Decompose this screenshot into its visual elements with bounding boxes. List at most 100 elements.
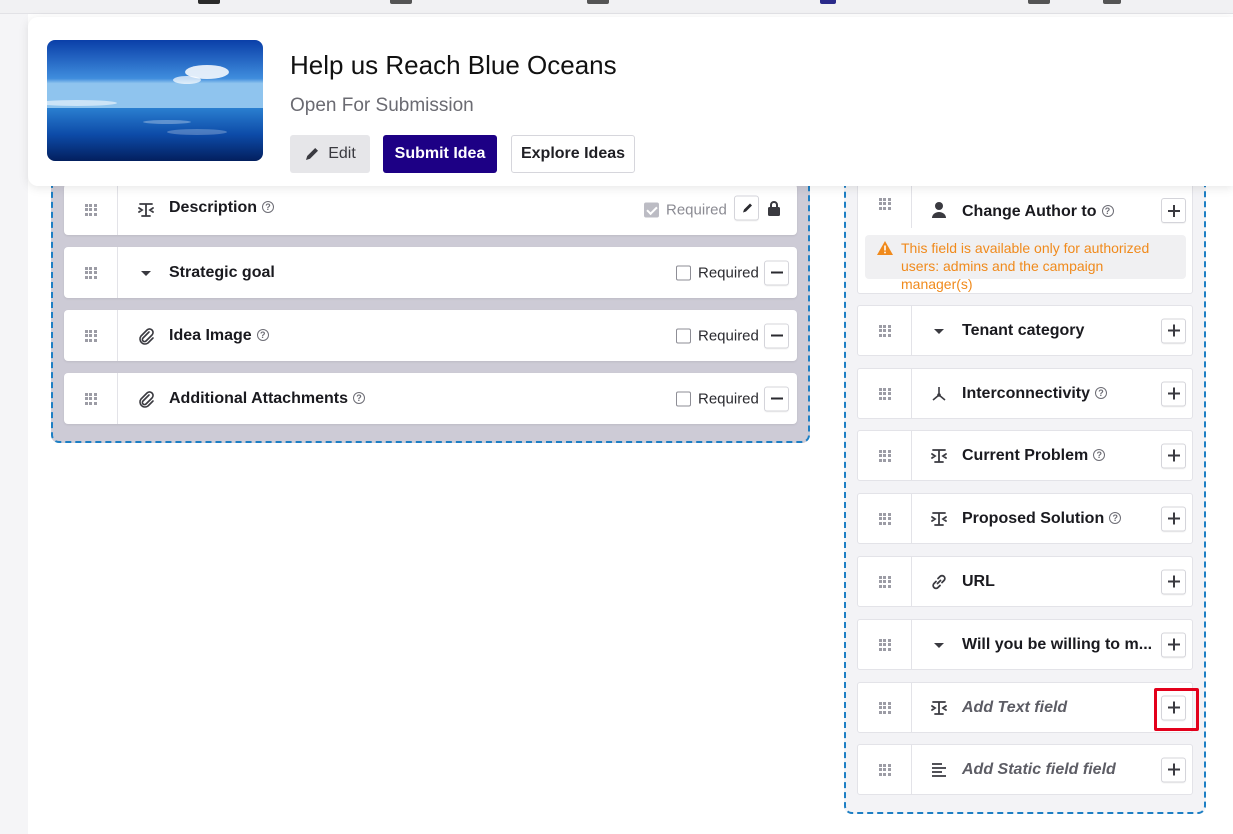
plus-icon (1167, 324, 1180, 337)
required-label: Required (698, 390, 759, 407)
add-field-button[interactable] (1161, 569, 1186, 594)
drag-handle[interactable] (858, 179, 912, 228)
field-label: Change Author to? (962, 203, 1114, 221)
field-label: URL (962, 572, 995, 590)
drag-handle-icon (878, 449, 891, 462)
palette-item-proposed-solution[interactable]: Proposed Solution? (857, 493, 1193, 544)
edit-field-button[interactable] (734, 195, 759, 221)
drag-handle-icon (84, 203, 97, 216)
plus-icon (1167, 512, 1180, 525)
drag-handle[interactable] (858, 745, 912, 794)
field-label: Will you be willing to m... (962, 635, 1153, 653)
add-field-button[interactable] (1161, 198, 1186, 223)
remove-field-button[interactable] (764, 260, 789, 285)
paragraph-icon (929, 760, 949, 780)
drag-handle[interactable] (64, 184, 118, 235)
field-label: Strategic goal (169, 263, 275, 281)
palette-item-change-author[interactable]: Change Author to? This field is availabl… (857, 178, 1193, 294)
drag-handle[interactable] (858, 431, 912, 480)
form-field-additional-attachments[interactable]: Additional Attachments? Required (64, 373, 797, 424)
drag-handle[interactable] (64, 373, 118, 424)
drag-handle[interactable] (858, 306, 912, 355)
drag-handle[interactable] (858, 557, 912, 606)
required-toggle: Required (644, 202, 727, 219)
drag-handle[interactable] (64, 310, 118, 361)
palette-item-add-static-field[interactable]: Add Static field field (857, 744, 1193, 795)
lock-icon (767, 200, 781, 216)
add-field-button[interactable] (1161, 632, 1186, 657)
palette-item-tenant-category[interactable]: Tenant category (857, 305, 1193, 356)
dropdown-icon (136, 263, 156, 283)
drag-handle-icon (878, 763, 891, 776)
field-label: Tenant category (962, 321, 1085, 339)
required-label: Required (666, 201, 727, 219)
plus-icon (1167, 701, 1180, 714)
add-text-field-button[interactable] (1161, 695, 1186, 720)
campaign-header: Help us Reach Blue Oceans Open For Submi… (28, 17, 1233, 186)
field-label: Current Problem? (962, 447, 1106, 465)
help-icon[interactable]: ? (1093, 448, 1106, 461)
minus-icon (770, 334, 783, 337)
drag-handle-icon (84, 266, 97, 279)
help-icon[interactable]: ? (262, 201, 275, 213)
help-icon[interactable]: ? (352, 391, 365, 404)
add-field-button[interactable] (1161, 443, 1186, 468)
paperclip-icon (136, 326, 156, 346)
add-field-button[interactable] (1161, 381, 1186, 406)
dropdown-icon (929, 321, 949, 341)
required-toggle[interactable]: Required (676, 264, 759, 281)
minus-icon (770, 397, 783, 400)
form-field-idea-image[interactable]: Idea Image? Required (64, 310, 797, 361)
remove-field-button[interactable] (764, 386, 789, 411)
campaign-image (47, 40, 263, 161)
help-icon[interactable]: ? (1101, 205, 1114, 217)
explore-ideas-button[interactable]: Explore Ideas (511, 135, 635, 173)
campaign-status: Open For Submission (290, 95, 474, 116)
add-field-button[interactable] (1161, 318, 1186, 343)
submit-idea-button[interactable]: Submit Idea (383, 135, 497, 173)
drag-handle-icon (878, 324, 891, 337)
required-label: Required (698, 327, 759, 344)
help-icon[interactable]: ? (1109, 511, 1122, 524)
required-toggle[interactable]: Required (676, 390, 759, 407)
field-label: Additional Attachments? (169, 390, 365, 408)
palette-item-url[interactable]: URL (857, 556, 1193, 607)
required-checkbox (644, 202, 659, 218)
palette-item-current-problem[interactable]: Current Problem? (857, 430, 1193, 481)
field-label: Add Text field (962, 698, 1068, 716)
help-icon[interactable]: ? (1095, 386, 1108, 399)
form-field-description[interactable]: Description? Required (64, 184, 797, 235)
drag-handle-icon (878, 575, 891, 588)
required-label: Required (698, 264, 759, 281)
authorization-warning: This field is available only for authori… (865, 235, 1186, 292)
required-checkbox[interactable] (676, 265, 691, 280)
pencil-icon (742, 203, 752, 212)
required-toggle[interactable]: Required (676, 327, 759, 344)
add-field-button[interactable] (1161, 506, 1186, 531)
drag-handle-icon (878, 701, 891, 714)
drag-handle-icon (84, 329, 97, 342)
network-icon (929, 384, 949, 404)
field-label: Description? (169, 199, 275, 217)
drag-handle[interactable] (858, 369, 912, 418)
help-icon[interactable]: ? (256, 328, 269, 341)
palette-item-add-text-field[interactable]: Add Text field (857, 682, 1193, 733)
remove-field-button[interactable] (764, 323, 789, 348)
palette-item-interconnectivity[interactable]: Interconnectivity? (857, 368, 1193, 419)
user-icon (929, 200, 949, 220)
required-checkbox[interactable] (676, 328, 691, 343)
drag-handle[interactable] (858, 683, 912, 732)
add-field-button[interactable] (1161, 757, 1186, 782)
form-field-strategic-goal[interactable]: Strategic goal Required (64, 247, 797, 298)
field-label: Add Static field field (962, 760, 1116, 778)
paperclip-icon (136, 389, 156, 409)
edit-button[interactable]: Edit (290, 135, 370, 173)
warning-icon (877, 241, 893, 255)
drag-handle[interactable] (64, 247, 118, 298)
plus-icon (1167, 204, 1180, 217)
drag-handle[interactable] (858, 620, 912, 669)
edit-button-label: Edit (328, 145, 356, 162)
required-checkbox[interactable] (676, 391, 691, 406)
palette-item-willing[interactable]: Will you be willing to m... (857, 619, 1193, 670)
drag-handle[interactable] (858, 494, 912, 543)
